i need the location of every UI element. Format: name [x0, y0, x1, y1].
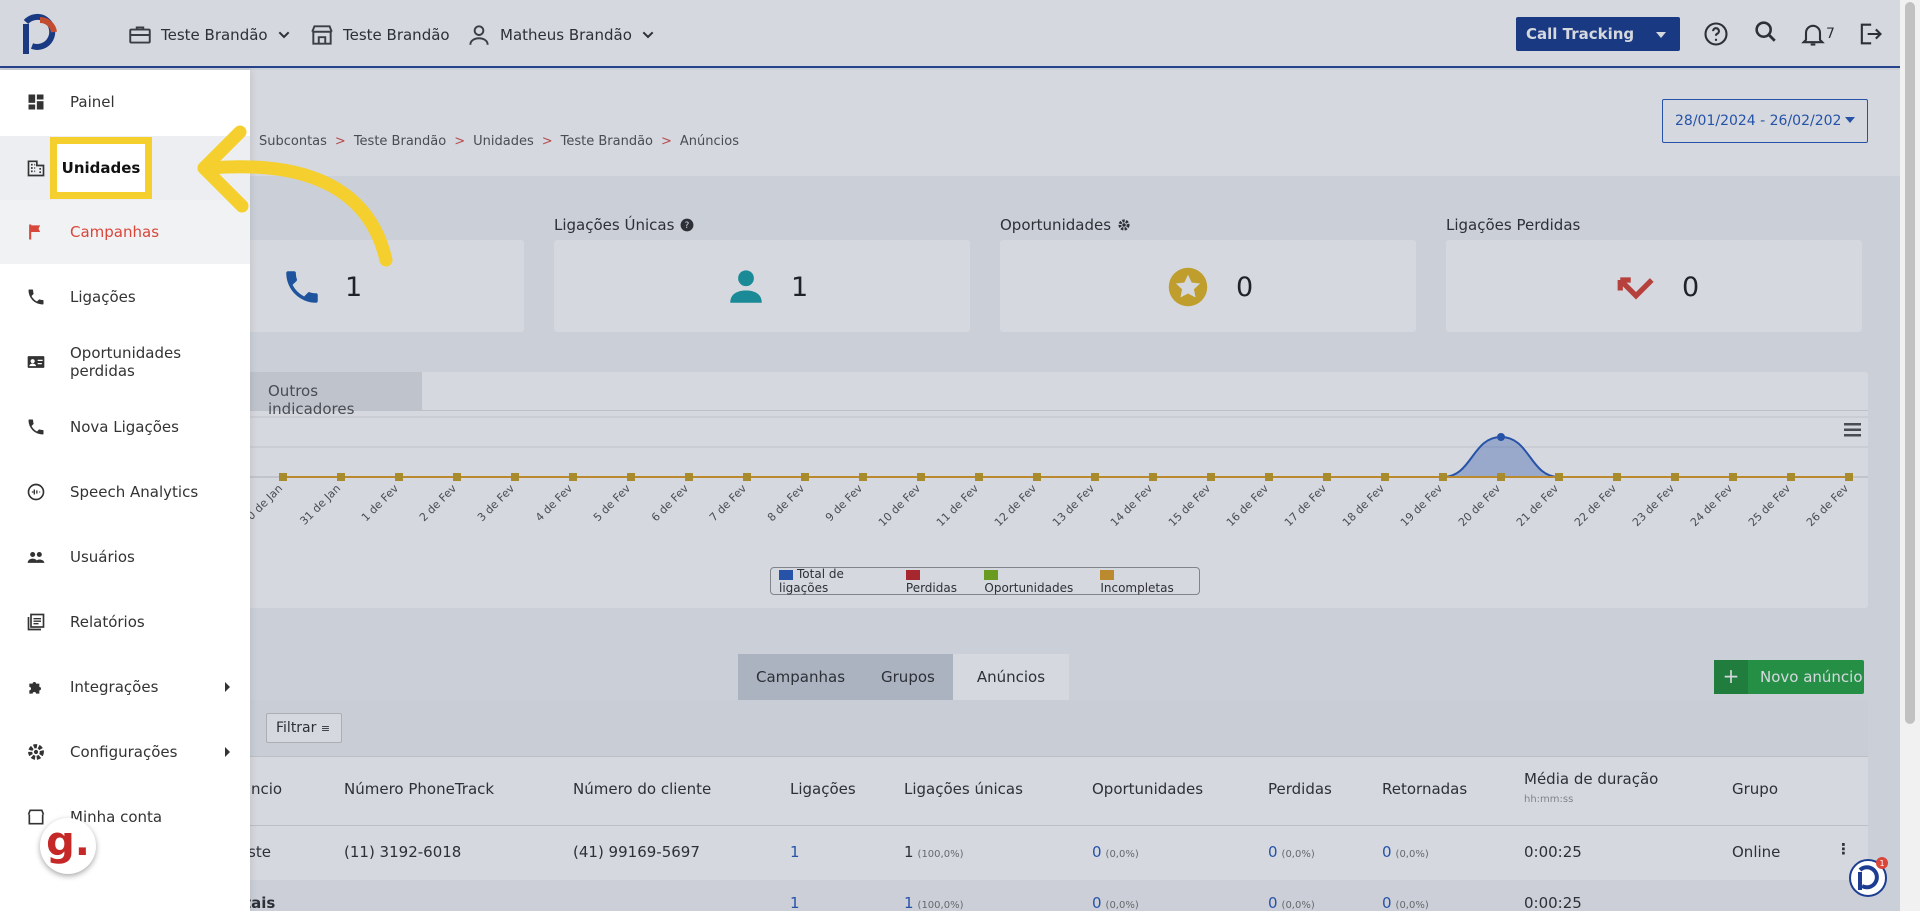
phone-icon — [28, 419, 44, 435]
sidebar-item-label: Nova Ligações — [70, 418, 179, 436]
sidebar-item-label: Relatórios — [70, 613, 145, 631]
sidebar-item-label: Usuários — [70, 548, 135, 566]
sidebar-item-usuarios[interactable]: Usuários — [0, 525, 250, 589]
sidebar-item-label: Ligações — [70, 288, 136, 306]
sidebar-item-label: Integrações — [70, 678, 159, 696]
speech-analytics-icon — [27, 483, 45, 501]
scrollbar-thumb[interactable] — [1905, 2, 1915, 724]
reports-icon — [27, 613, 45, 631]
flag-icon — [29, 224, 41, 240]
sidebar-item-integracoes[interactable]: Integrações — [0, 655, 250, 719]
chat-badge-count: 1 — [1879, 859, 1884, 868]
phone-icon — [28, 289, 44, 305]
g-assistant-badge[interactable]: g. — [40, 818, 96, 874]
sidebar-item-relatorios[interactable]: Relatórios — [0, 590, 250, 654]
sidebar-item-label: Painel — [70, 93, 115, 111]
chat-widget-icon[interactable]: 1 — [1848, 856, 1890, 898]
sidebar-item-ligacoes[interactable]: Ligações — [0, 265, 250, 329]
sidebar-item-label: Speech Analytics — [70, 483, 199, 501]
sidebar-item-label: Configurações — [70, 743, 178, 761]
annotation-arrow-icon — [197, 125, 393, 267]
sidebar-item-minha-conta[interactable]: Minha conta — [0, 785, 250, 849]
contact-card-icon — [27, 356, 45, 368]
sidebar-item-speech-analytics[interactable]: Speech Analytics — [0, 460, 250, 524]
page-scrollbar[interactable] — [1900, 0, 1920, 911]
sidebar-item-oportunidades-perdidas[interactable]: Oportunidades perdidas — [0, 330, 250, 394]
highlight-unidades[interactable]: Unidades — [50, 137, 152, 199]
puzzle-icon — [29, 682, 41, 694]
sidebar-item-configuracoes[interactable]: Configurações — [0, 720, 250, 784]
building-icon — [27, 160, 45, 177]
dashboard-icon — [28, 94, 44, 110]
sidebar-item-label: Oportunidades perdidas — [70, 344, 182, 380]
chevron-right-icon — [225, 682, 230, 692]
sidebar-item-nova-ligacoes[interactable]: Nova Ligações — [0, 395, 250, 459]
gear-icon — [28, 744, 44, 760]
users-icon — [27, 552, 45, 563]
sidebar-item-label: Campanhas — [70, 223, 160, 241]
chevron-right-icon — [225, 747, 230, 757]
store-icon — [27, 809, 45, 825]
